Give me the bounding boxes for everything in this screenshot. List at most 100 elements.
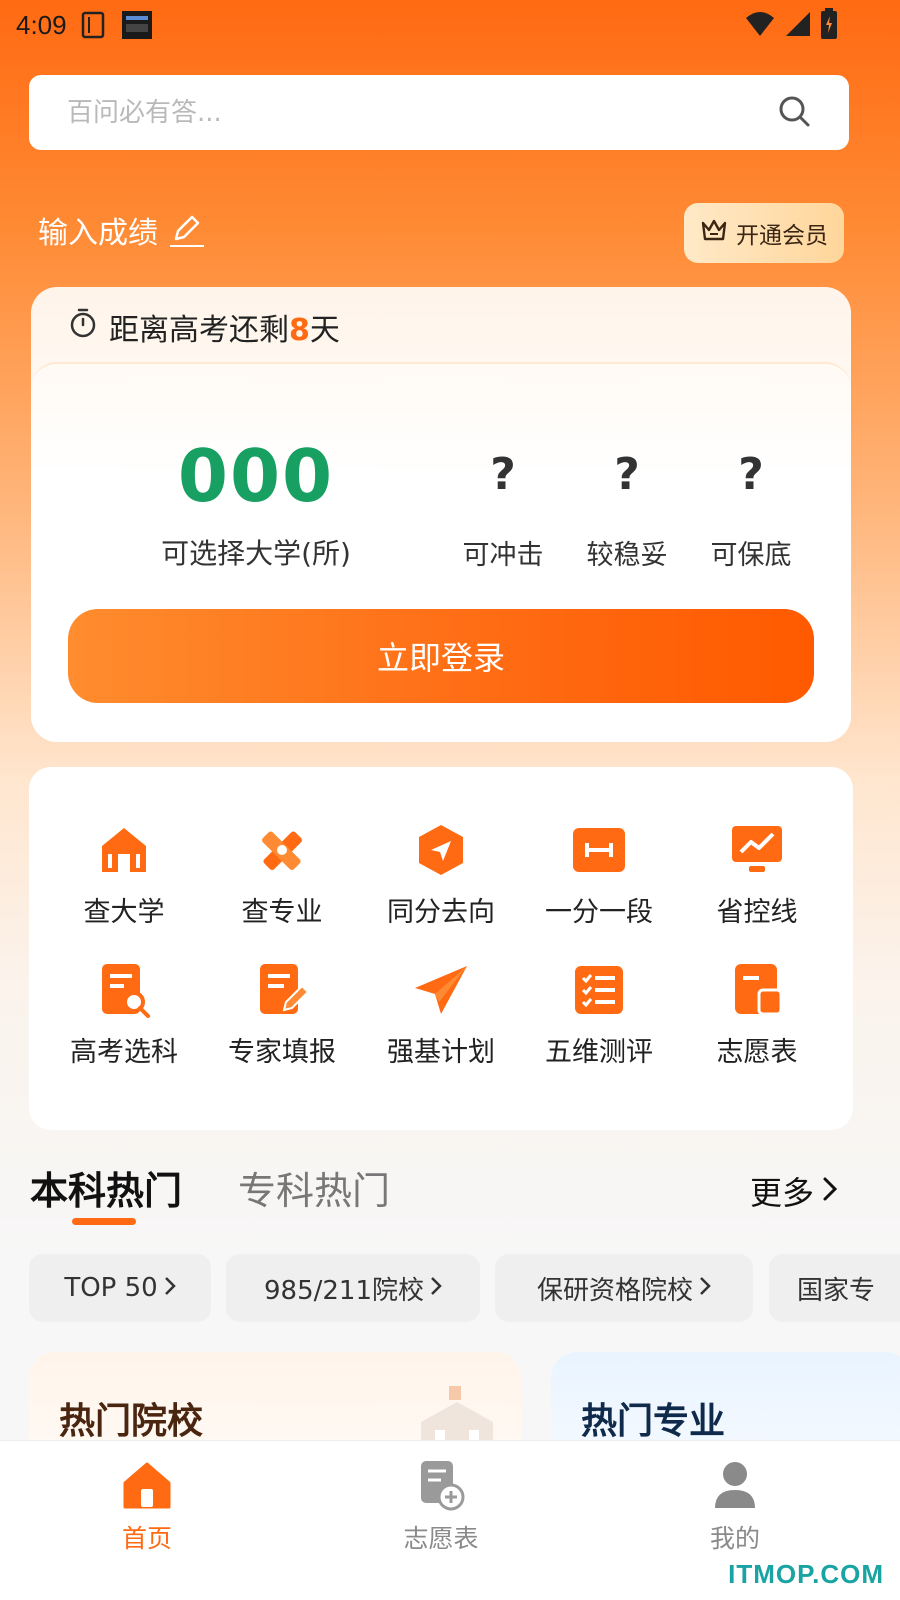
countdown-prefix: 距离高考还剩 (109, 313, 289, 348)
tool-label: 查专业 (241, 897, 323, 928)
chevron-right-icon (164, 1273, 176, 1303)
nav-application-form[interactable]: 志愿表 (366, 1459, 516, 1555)
chevron-right-icon (699, 1273, 711, 1303)
chip-label: 保研资格院校 (536, 1275, 693, 1306)
hot-majors-title: 热门专业 (581, 1401, 726, 1442)
tool-label: 志愿表 (716, 1037, 798, 1068)
tool-same-score[interactable]: 同分去向 (366, 822, 516, 929)
status-bar: 4:09 (0, 0, 900, 50)
tab-vocational[interactable]: 专科热门 (238, 1160, 390, 1215)
more-label: 更多 (750, 1174, 815, 1212)
chip-label: 国家专 (797, 1275, 876, 1306)
crown-icon (700, 217, 728, 249)
stat-match-value: ? (614, 449, 640, 500)
edit-icon (170, 213, 204, 247)
pencil-ruler-icon (254, 822, 310, 878)
user-icon (660, 1459, 810, 1511)
more-link[interactable]: 更多 (750, 1168, 838, 1214)
checklist-icon (571, 962, 627, 1018)
tab-undergraduate[interactable]: 本科热门 (30, 1160, 183, 1225)
tool-label: 同分去向 (387, 897, 495, 928)
tool-label: 专家填报 (228, 1037, 336, 1068)
home-icon (72, 1459, 222, 1511)
paper-plane-icon (413, 962, 469, 1018)
chevron-right-icon (430, 1273, 442, 1303)
tool-major[interactable]: 查专业 (207, 822, 357, 929)
stat-reach[interactable]: ? 可冲击 (448, 449, 558, 572)
stat-match[interactable]: ? 较稳妥 (572, 449, 682, 572)
chip-label: 985/211院校 (263, 1275, 424, 1306)
tool-label: 省控线 (716, 897, 798, 928)
university-icon (96, 822, 152, 878)
tool-label: 查大学 (83, 897, 165, 928)
form-icon (729, 962, 785, 1018)
bottom-navigation: 首页 志愿表 我的 ITMOP.COM (0, 1440, 900, 1600)
chip-postgrad[interactable]: 保研资格院校 (495, 1254, 753, 1322)
tool-strong-base[interactable]: 强基计划 (366, 962, 516, 1069)
timer-icon (69, 308, 97, 346)
doc-search-icon (96, 962, 152, 1018)
vip-button[interactable]: 开通会员 (684, 203, 844, 263)
popular-tabs: 本科热门 专科热门 更多 (30, 1160, 870, 1230)
stat-safety-label: 可保底 (710, 540, 792, 571)
nav-home[interactable]: 首页 (72, 1459, 222, 1555)
tool-subject-selection[interactable]: 高考选科 (49, 962, 199, 1069)
watermark: ITMOP.COM (728, 1559, 884, 1589)
countdown-suffix: 天 (309, 313, 340, 348)
selectable-university-label: 可选择大学(所) (161, 537, 351, 570)
tool-label: 五维测评 (545, 1037, 653, 1068)
category-chips: TOP 50 985/211院校 保研资格院校 国家专 (29, 1254, 900, 1322)
tool-five-dim[interactable]: 五维测评 (524, 962, 674, 1069)
exam-summary-card: 距离高考还剩8天 000 可选择大学(所) ? 可冲击 ? 较稳妥 ? 可保底 … (31, 287, 851, 742)
tool-expert-fill[interactable]: 专家填报 (207, 962, 357, 1069)
login-button[interactable]: 立即登录 (68, 609, 814, 703)
stat-reach-value: ? (490, 449, 516, 500)
hot-schools-title: 热门院校 (59, 1401, 204, 1442)
tool-university[interactable]: 查大学 (49, 822, 199, 929)
nav-home-label: 首页 (121, 1524, 172, 1553)
nav-profile-label: 我的 (709, 1524, 760, 1553)
tools-grid: 查大学 查专业 同分去向 一分一段 省控线 高考选科 专家填报 强基计划 五维测… (29, 767, 853, 1130)
trend-chart-icon (729, 822, 785, 878)
search-input[interactable] (67, 97, 777, 128)
tool-control-line[interactable]: 省控线 (682, 822, 832, 929)
tool-application-form[interactable]: 志愿表 (682, 962, 832, 1069)
chip-top50[interactable]: TOP 50 (29, 1254, 211, 1322)
doc-edit-icon (254, 962, 310, 1018)
chip-985-211[interactable]: 985/211院校 (226, 1254, 480, 1322)
form-add-icon (366, 1459, 516, 1511)
countdown-days: 8 (289, 313, 310, 348)
signal-icon (784, 10, 812, 42)
nav-profile[interactable]: 我的 (660, 1459, 810, 1555)
battery-icon (820, 8, 838, 44)
range-icon (571, 822, 627, 878)
status-indicators (744, 8, 838, 44)
exam-countdown: 距离高考还剩8天 (69, 305, 340, 349)
tool-label: 强基计划 (387, 1037, 495, 1068)
stat-match-label: 较稳妥 (586, 540, 668, 571)
wifi-icon (744, 10, 776, 42)
chip-national[interactable]: 国家专 (769, 1254, 900, 1322)
stat-reach-label: 可冲击 (462, 540, 544, 571)
selectable-university-count: 000 (177, 434, 335, 518)
stat-safety[interactable]: ? 可保底 (696, 449, 806, 572)
status-time: 4:09 (16, 9, 67, 40)
tool-label: 高考选科 (70, 1037, 178, 1068)
tool-score-rank[interactable]: 一分一段 (524, 822, 674, 929)
chevron-right-icon (822, 1172, 838, 1210)
stat-safety-value: ? (738, 449, 764, 500)
app-notification-icon (121, 10, 153, 40)
enter-score-link[interactable]: 输入成绩 (38, 208, 204, 252)
vip-label: 开通会员 (736, 223, 828, 249)
enter-score-label: 输入成绩 (38, 216, 158, 251)
admission-summary: 000 可选择大学(所) ? 可冲击 ? 较稳妥 ? 可保底 立即登录 (31, 362, 851, 742)
direction-icon (413, 822, 469, 878)
chip-label: TOP 50 (64, 1273, 158, 1303)
tab-undergraduate-label: 本科热门 (30, 1169, 183, 1213)
sim-icon (81, 11, 107, 39)
active-tab-indicator (72, 1218, 136, 1225)
tool-label: 一分一段 (545, 897, 653, 928)
search-icon[interactable] (777, 94, 811, 132)
nav-form-label: 志愿表 (403, 1524, 479, 1553)
search-bar[interactable] (29, 75, 849, 150)
